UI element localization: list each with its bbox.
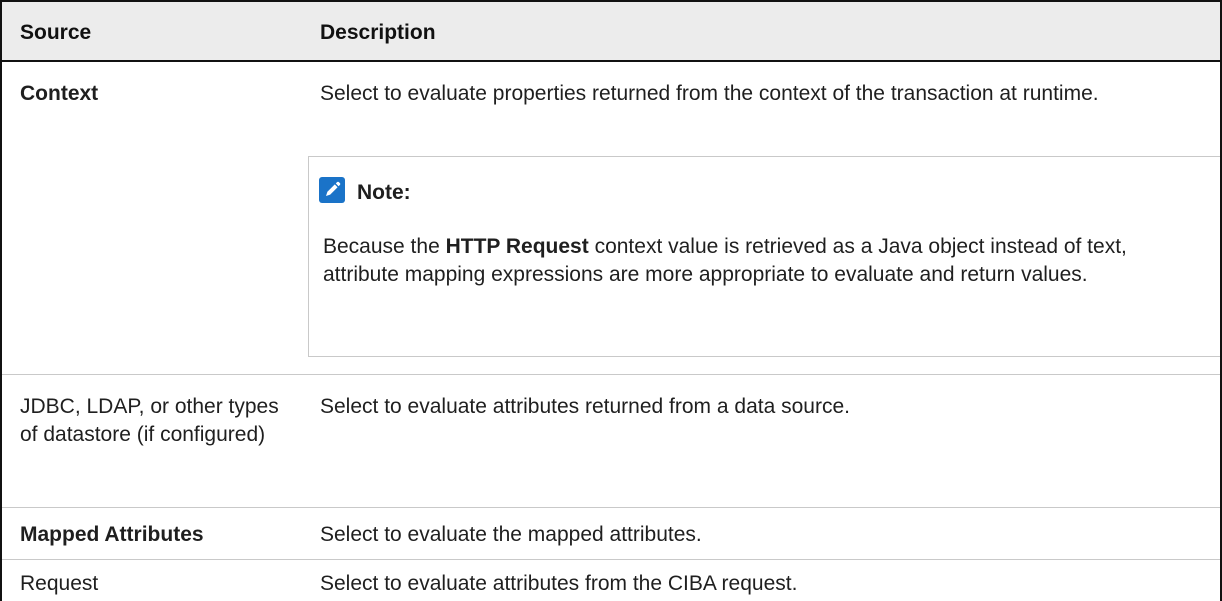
request-source-cell: Request [20, 572, 99, 595]
table-header: Source Description [2, 2, 1220, 62]
attribute-source-table: Source Description Context Select to eva… [0, 0, 1222, 601]
datastore-source-cell: JDBC, LDAP, or other types of datastore … [20, 395, 279, 446]
note-body-prefix: Because the [323, 235, 446, 258]
context-description-cell: Select to evaluate properties returned f… [320, 82, 1099, 105]
description-column-header: Description [320, 21, 436, 44]
row-divider [2, 559, 1220, 560]
source-column-header: Source [20, 21, 92, 44]
pencil-note-icon [319, 177, 345, 203]
request-description-cell: Select to evaluate attributes from the C… [320, 572, 798, 595]
row-divider [2, 507, 1220, 508]
context-source-cell: Context [20, 82, 99, 105]
note-title: Note: [357, 181, 411, 204]
mapped-attributes-description-cell: Select to evaluate the mapped attributes… [320, 523, 702, 546]
note-panel: Note: Because the HTTP Request context v… [308, 156, 1220, 357]
row-divider [2, 374, 1220, 375]
note-body-bold: HTTP Request [445, 235, 589, 258]
datastore-description-cell: Select to evaluate attributes returned f… [320, 395, 850, 418]
mapped-attributes-source-cell: Mapped Attributes [20, 523, 204, 546]
note-body: Because the HTTP Request context value i… [323, 233, 1203, 289]
